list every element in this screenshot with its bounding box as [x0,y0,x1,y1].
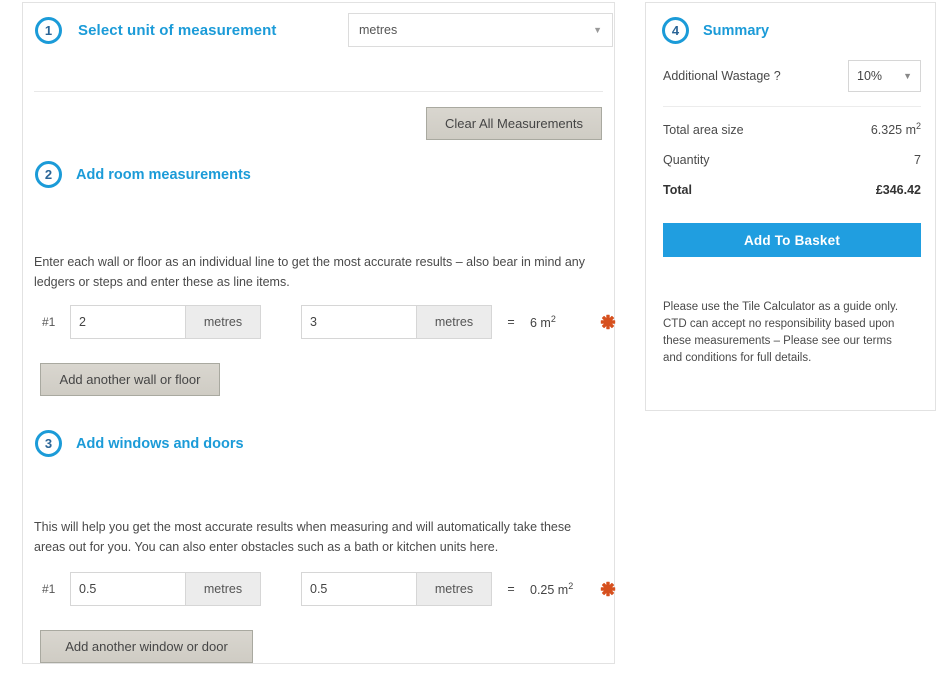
section-divider [34,91,603,92]
additional-wastage-select[interactable]: 10% ▼ [848,60,921,92]
clear-all-measurements-button[interactable]: Clear All Measurements [426,107,602,140]
step-2-title: Add room measurements [76,166,251,183]
step-3-help-text: This will help you get the most accurate… [34,520,572,554]
unit-select-value: metres [359,23,398,37]
room-width-input[interactable] [70,305,185,339]
delete-x-icon[interactable] [600,581,616,597]
room-length-input-group: metres [301,305,492,339]
summary-divider [663,106,921,107]
add-another-wall-or-floor-button[interactable]: Add another wall or floor [40,363,220,396]
window-door-measurement-row: #1 metres metres = 0.25 m2 [34,572,616,606]
add-to-basket-button[interactable]: Add To Basket [663,223,921,257]
summary-disclaimer: Please use the Tile Calculator as a guid… [663,301,899,364]
total-value: £346.42 [875,183,921,197]
step-2-header: 2 Add room measurements [35,161,251,188]
room-width-unit-addon: metres [185,305,261,339]
summary-row-total: Total £346.42 [663,183,921,197]
step-3-header: 3 Add windows and doors [35,430,244,457]
chevron-down-icon: ▼ [593,24,602,35]
total-area-number: 6.325 m [870,123,916,138]
step-3-title: Add windows and doors [76,435,244,452]
add-another-window-or-door-button[interactable]: Add another window or door [40,630,253,663]
step-1-header: 1 Select unit of measurement metres ▼ [35,13,613,47]
window-width-input[interactable] [70,572,185,606]
total-area-value: 6.325 m2 [871,121,921,137]
step-3-badge: 3 [35,430,62,457]
room-area-result: 6 m2 [530,314,582,330]
equals-sign: = [507,315,515,329]
total-area-exponent: 2 [915,121,921,131]
step-4-badge: 4 [662,17,689,44]
window-width-unit-addon: metres [185,572,261,606]
step-2-badge: 2 [35,161,62,188]
total-area-label: Total area size [663,123,744,138]
window-area-result: 0.25 m2 [530,581,582,597]
window-area-exponent: 2 [568,580,574,591]
step-4-header: 4 Summary [662,17,769,44]
step-1-badge: 1 [35,17,62,44]
window-length-input-group: metres [301,572,492,606]
window-length-input[interactable] [301,572,416,606]
total-label: Total [663,183,692,197]
room-area-number: 6 m [530,316,551,331]
measurements-panel: 1 Select unit of measurement metres ▼ Cl… [22,2,616,664]
quantity-label: Quantity [663,153,710,167]
window-length-unit-addon: metres [416,572,492,606]
wastage-select-value: 10% [857,69,883,83]
row-index-label: #1 [42,315,56,329]
room-length-input[interactable] [301,305,416,339]
summary-title: Summary [703,22,770,39]
row-index-label: #1 [42,582,56,596]
unit-of-measurement-select[interactable]: metres ▼ [348,13,613,47]
window-area-number: 0.25 m [530,583,569,598]
step-2-help-text: Enter each wall or floor as an individua… [34,255,585,289]
delete-x-icon[interactable] [600,314,616,330]
summary-panel: 4 Summary Additional Wastage ? 10% ▼ Tot… [645,2,936,411]
additional-wastage-row: Additional Wastage ? 10% ▼ [663,60,921,92]
summary-row-quantity: Quantity 7 [663,153,921,167]
window-width-input-group: metres [70,572,261,606]
room-width-input-group: metres [70,305,261,339]
room-area-exponent: 2 [550,313,556,324]
tile-calculator-page: 1 Select unit of measurement metres ▼ Cl… [0,0,950,679]
step-1-title: Select unit of measurement [78,22,277,39]
summary-row-total-area: Total area size 6.325 m2 [663,121,921,137]
equals-sign: = [507,582,515,596]
quantity-value: 7 [914,153,921,167]
chevron-down-icon: ▼ [903,70,912,81]
room-measurement-row: #1 metres metres = 6 m2 [34,305,616,339]
additional-wastage-label: Additional Wastage ? [663,69,781,83]
room-length-unit-addon: metres [416,305,492,339]
